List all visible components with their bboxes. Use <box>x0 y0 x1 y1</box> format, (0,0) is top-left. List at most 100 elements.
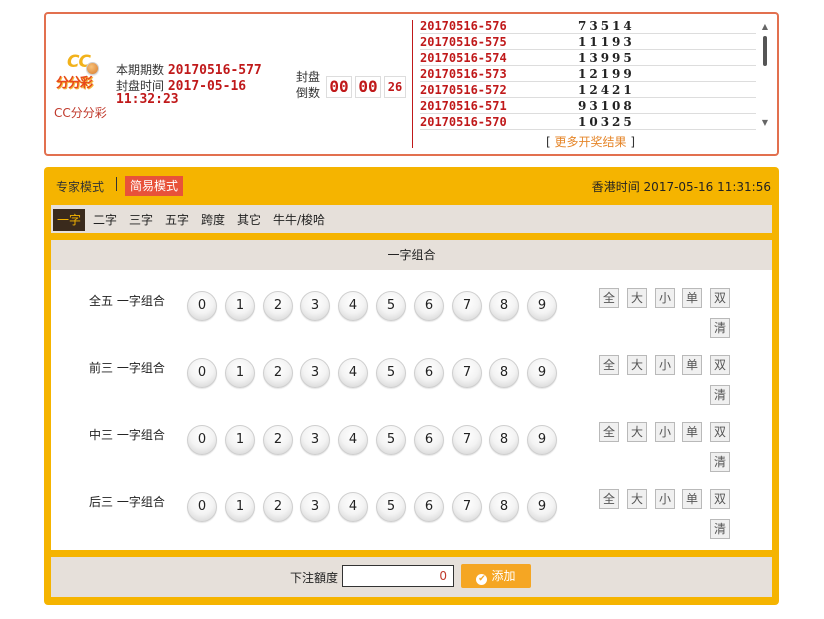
results-scrollbar[interactable]: ▲ ▼ <box>760 22 770 130</box>
quick-select-button[interactable]: 双 <box>710 422 730 442</box>
mode-separator <box>116 177 117 191</box>
digit-ball[interactable]: 8 <box>489 291 519 321</box>
digit-ball[interactable]: 7 <box>452 291 482 321</box>
digit-ball[interactable]: 3 <box>300 358 330 388</box>
result-numbers: 12199 <box>578 67 635 81</box>
result-numbers: 13995 <box>578 51 635 65</box>
digit-ball[interactable]: 4 <box>338 425 368 455</box>
digit-ball[interactable]: 9 <box>527 358 557 388</box>
digit-ball[interactable]: 3 <box>300 492 330 522</box>
quick-select-button[interactable]: 双 <box>710 288 730 308</box>
digit-ball[interactable]: 1 <box>225 425 255 455</box>
result-period: 20170516-573 <box>420 67 507 81</box>
tab-5[interactable]: 其它 <box>233 209 265 231</box>
quick-select-button[interactable]: 清 <box>710 452 730 472</box>
quick-select-button[interactable]: 单 <box>682 489 702 509</box>
digit-ball[interactable]: 4 <box>338 291 368 321</box>
scroll-thumb[interactable] <box>763 36 767 66</box>
quick-select-button[interactable]: 全 <box>599 489 619 509</box>
digit-ball[interactable]: 6 <box>414 492 444 522</box>
quick-select-button[interactable]: 小 <box>655 288 675 308</box>
digit-ball[interactable]: 4 <box>338 492 368 522</box>
tab-2[interactable]: 三字 <box>125 209 157 231</box>
result-row: 20170516-572 12421 <box>420 82 756 98</box>
tab-3[interactable]: 五字 <box>161 209 193 231</box>
digit-ball[interactable]: 7 <box>452 358 482 388</box>
result-period: 20170516-574 <box>420 51 507 65</box>
digit-ball[interactable]: 9 <box>527 425 557 455</box>
tab-1[interactable]: 二字 <box>89 209 121 231</box>
tab-6[interactable]: 牛牛/梭哈 <box>269 209 329 231</box>
tab-4[interactable]: 跨度 <box>197 209 229 231</box>
digit-ball[interactable]: 5 <box>376 492 406 522</box>
quick-select-button[interactable]: 全 <box>599 288 619 308</box>
quick-select-button[interactable]: 大 <box>627 489 647 509</box>
digit-ball[interactable]: 6 <box>414 358 444 388</box>
quick-select-button[interactable]: 单 <box>682 288 702 308</box>
scroll-down-icon[interactable]: ▼ <box>760 118 770 128</box>
scroll-up-icon[interactable]: ▲ <box>760 22 770 32</box>
digit-ball[interactable]: 8 <box>489 492 519 522</box>
digit-ball[interactable]: 1 <box>225 291 255 321</box>
digit-ball[interactable]: 7 <box>452 425 482 455</box>
digit-ball[interactable]: 1 <box>225 492 255 522</box>
quick-select-button[interactable]: 双 <box>710 489 730 509</box>
check-circle-icon: ✔ <box>476 574 488 585</box>
quick-select-button[interactable]: 清 <box>710 318 730 338</box>
digit-ball[interactable]: 2 <box>263 425 293 455</box>
digit-ball[interactable]: 0 <box>187 291 217 321</box>
quick-select-button[interactable]: 全 <box>599 422 619 442</box>
digit-ball[interactable]: 9 <box>527 291 557 321</box>
quick-select-button[interactable]: 大 <box>627 288 647 308</box>
digit-ball[interactable]: 0 <box>187 358 217 388</box>
row-label: 后三 一字组合 <box>89 495 165 509</box>
result-row: 20170516-570 10325 <box>420 114 756 130</box>
quick-select-button[interactable]: 小 <box>655 355 675 375</box>
quick-select-button[interactable]: 单 <box>682 355 702 375</box>
close-time-label: 封盘时间 <box>116 79 165 93</box>
current-period-label: 本期期数 <box>116 63 165 77</box>
simple-mode-tab[interactable]: 简易模式 <box>125 176 184 196</box>
digit-ball[interactable]: 0 <box>187 425 217 455</box>
betting-panel: 专家模式 简易模式 香港时间 2017-05-16 11:31:56 一字 二字三… <box>44 167 779 605</box>
lottery-logo: CC 分分彩 <box>54 52 104 98</box>
digit-ball[interactable]: 8 <box>489 425 519 455</box>
digit-ball[interactable]: 4 <box>338 358 368 388</box>
expert-mode-tab[interactable]: 专家模式 <box>56 178 104 195</box>
result-numbers: 12421 <box>578 83 635 97</box>
digit-ball[interactable]: 5 <box>376 291 406 321</box>
countdown-seconds: 26 <box>384 76 406 98</box>
digit-ball[interactable]: 5 <box>376 425 406 455</box>
digit-ball[interactable]: 3 <box>300 425 330 455</box>
quick-select-button[interactable]: 双 <box>710 355 730 375</box>
digit-ball[interactable]: 3 <box>300 291 330 321</box>
result-numbers: 11193 <box>578 35 635 49</box>
digit-ball[interactable]: 9 <box>527 492 557 522</box>
digit-ball[interactable]: 6 <box>414 425 444 455</box>
digit-ball[interactable]: 2 <box>263 291 293 321</box>
close-time-value: 11:32:23 <box>116 92 179 107</box>
quick-select-button[interactable]: 清 <box>710 385 730 405</box>
digit-ball[interactable]: 1 <box>225 358 255 388</box>
result-period: 20170516-570 <box>420 115 507 129</box>
quick-select-button[interactable]: 大 <box>627 422 647 442</box>
digit-ball[interactable]: 0 <box>187 492 217 522</box>
quick-select-button[interactable]: 全 <box>599 355 619 375</box>
digit-ball[interactable]: 5 <box>376 358 406 388</box>
digit-ball[interactable]: 7 <box>452 492 482 522</box>
digit-ball[interactable]: 8 <box>489 358 519 388</box>
digit-ball[interactable]: 6 <box>414 291 444 321</box>
more-results-link[interactable]: 更多开奖结果 <box>555 135 627 149</box>
bet-amount-input[interactable]: 0 <box>342 565 454 587</box>
result-period: 20170516-572 <box>420 83 507 97</box>
quick-select-button[interactable]: 小 <box>655 422 675 442</box>
quick-select-button[interactable]: 大 <box>627 355 647 375</box>
digit-ball[interactable]: 2 <box>263 492 293 522</box>
add-button[interactable]: ✔ 添加 <box>461 564 531 588</box>
quick-select-button[interactable]: 清 <box>710 519 730 539</box>
tab-0[interactable]: 一字 <box>53 209 86 231</box>
quick-select-button[interactable]: 小 <box>655 489 675 509</box>
digit-ball[interactable]: 2 <box>263 358 293 388</box>
quick-select-button[interactable]: 单 <box>682 422 702 442</box>
result-period: 20170516-571 <box>420 99 507 113</box>
